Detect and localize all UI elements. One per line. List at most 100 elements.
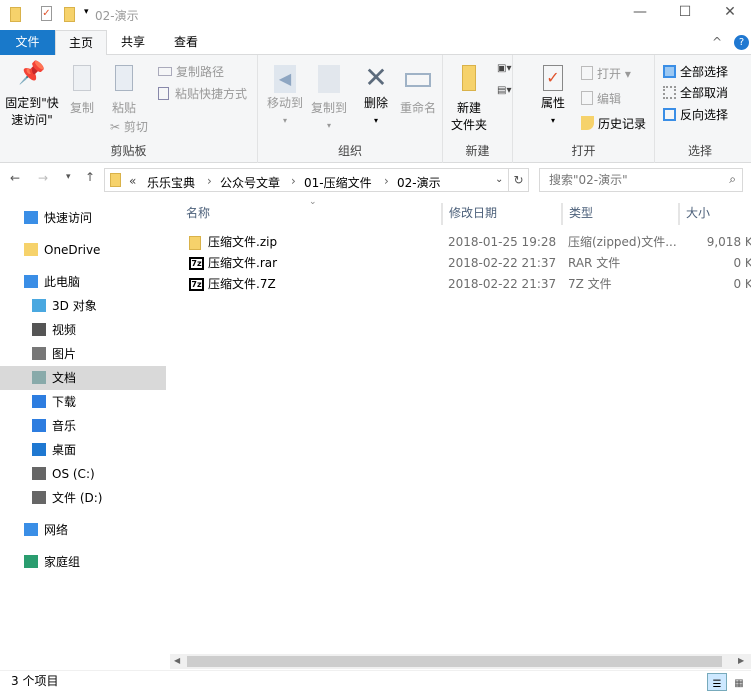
star-icon bbox=[24, 211, 38, 224]
sidebar-item[interactable]: 网络 bbox=[0, 518, 166, 542]
pin-label-2: 速访问" bbox=[11, 113, 53, 127]
sidebar-item[interactable]: 家庭组 bbox=[0, 550, 166, 574]
scroll-right-button[interactable]: ▶ bbox=[738, 656, 744, 665]
zip-folder-icon bbox=[189, 236, 201, 250]
sidebar-item[interactable]: 此电脑 bbox=[0, 270, 166, 294]
tab-view[interactable]: 查看 bbox=[163, 30, 209, 55]
select-none-button[interactable]: 全部取消 bbox=[663, 84, 728, 101]
copy-button[interactable]: 复制 bbox=[64, 65, 100, 117]
address-dropdown-icon[interactable]: ⌄ bbox=[495, 174, 503, 185]
copy-to-button[interactable]: 复制到 ▾ bbox=[306, 65, 352, 134]
copy-path-button[interactable]: 复制路径 bbox=[158, 63, 224, 80]
cut-button[interactable]: ✂ 剪切 bbox=[110, 118, 148, 135]
search-input[interactable] bbox=[540, 169, 710, 191]
tab-share[interactable]: 共享 bbox=[110, 30, 156, 55]
sidebar-item[interactable]: OneDrive bbox=[0, 238, 166, 262]
help-icon[interactable]: ? bbox=[734, 35, 749, 50]
ribbon-tabs: 文件 主页 共享 查看 ^ ? bbox=[0, 30, 751, 56]
recent-locations-button[interactable]: ▾ bbox=[66, 172, 71, 182]
title-bar: ✓ ▾ 02-演示 — ☐ ✕ bbox=[0, 0, 751, 30]
file-modified: 2018-02-22 21:37 bbox=[448, 256, 557, 270]
file-row[interactable]: 7z 压缩文件.rar 2018-02-22 21:37 RAR 文件 0 KB bbox=[180, 253, 751, 274]
history-label: 历史记录 bbox=[598, 117, 647, 131]
scissors-icon: ✂ bbox=[110, 120, 124, 134]
sidebar-item[interactable]: 图片 bbox=[0, 342, 166, 366]
delete-button[interactable]: ✕ 删除 ▾ bbox=[358, 63, 394, 129]
copy-to-label: 复制到 bbox=[310, 101, 347, 115]
details-view-button[interactable]: ☰ bbox=[707, 673, 727, 691]
back-button[interactable]: ← bbox=[10, 171, 20, 185]
breadcrumb-item[interactable]: 01-压缩文件 bbox=[304, 174, 372, 191]
window-title: 02-演示 bbox=[95, 9, 139, 23]
scroll-left-button[interactable]: ◀ bbox=[174, 656, 180, 665]
navigation-pane: 快速访问 OneDrive 此电脑 3D 对象视频 图片文档下载 音乐桌面 OS (C:) 文… bbox=[0, 200, 167, 650]
close-button[interactable]: ✕ bbox=[715, 4, 745, 24]
navigation-bar: ← → ▾ ↑ « 乐乐宝典 › 公众号文章 › 01-压缩文件 › 02-演示… bbox=[0, 163, 751, 197]
large-icons-view-button[interactable]: ▦ bbox=[730, 673, 748, 691]
maximize-button[interactable]: ☐ bbox=[670, 4, 700, 24]
sidebar-item[interactable]: 快速访问 bbox=[0, 206, 166, 230]
easy-access-icon[interactable]: ▤▾ bbox=[497, 85, 511, 96]
forward-button[interactable]: → bbox=[38, 171, 48, 185]
refresh-button[interactable]: ↻ bbox=[508, 168, 529, 192]
sidebar-item[interactable]: 下载 bbox=[0, 390, 166, 414]
open-button[interactable]: 打开 ▾ bbox=[581, 65, 631, 82]
sidebar-item[interactable]: 视频 bbox=[0, 318, 166, 342]
new-folder-button[interactable]: 新建 文件夹 bbox=[449, 65, 489, 134]
organize-group: ◀ 移动到 ▾ 复制到 ▾ ✕ 删除 ▾ 重命名 组织 bbox=[258, 55, 443, 163]
minimize-button[interactable]: — bbox=[625, 4, 655, 24]
desktop-icon bbox=[32, 443, 46, 456]
breadcrumb-item[interactable]: 公众号文章 bbox=[220, 174, 280, 191]
invert-selection-button[interactable]: 反向选择 bbox=[663, 106, 728, 123]
sidebar-item[interactable]: 文档 bbox=[0, 366, 166, 390]
properties-button[interactable]: ✓ 属性 ▾ bbox=[535, 65, 571, 129]
column-header-modified[interactable]: 修改日期 bbox=[442, 203, 562, 225]
tab-home[interactable]: 主页 bbox=[55, 30, 107, 56]
customize-toolbar-icon[interactable]: ▾ bbox=[84, 7, 89, 17]
collapse-ribbon-icon[interactable]: ^ bbox=[712, 35, 722, 49]
column-header-size[interactable]: 大小 bbox=[679, 203, 751, 225]
paste-shortcut-button[interactable]: 粘贴快捷方式 bbox=[158, 85, 247, 102]
paste-button[interactable]: 粘贴 bbox=[106, 65, 142, 117]
copy-path-icon bbox=[158, 67, 172, 76]
file-row[interactable]: 压缩文件.zip 2018-01-25 19:28 压缩(zipped)文件... 9… bbox=[180, 232, 751, 253]
breadcrumb-overflow[interactable]: « bbox=[129, 174, 136, 188]
sidebar-item-label: 桌面 bbox=[52, 443, 77, 457]
file-row[interactable]: 7z 压缩文件.7Z 2018-02-22 21:37 7Z 文件 0 KB bbox=[180, 274, 751, 295]
search-box[interactable]: ⌕ bbox=[539, 168, 743, 192]
select-all-button[interactable]: 全部选择 bbox=[663, 63, 728, 80]
file-size: 0 KB bbox=[733, 277, 751, 291]
column-header-type[interactable]: 类型 bbox=[562, 203, 679, 225]
column-header-name[interactable]: 名称 bbox=[180, 203, 442, 225]
sidebar-item[interactable]: 音乐 bbox=[0, 414, 166, 438]
horizontal-scrollbar[interactable]: ◀ ▶ bbox=[170, 654, 751, 669]
pin-label: 固定到"快 bbox=[5, 96, 59, 110]
folder-icon bbox=[110, 173, 121, 187]
open-label: 打开 bbox=[597, 67, 622, 81]
copy-label: 复制 bbox=[69, 101, 94, 115]
sidebar-item-label: 文档 bbox=[52, 371, 77, 385]
new-folder-quick-icon[interactable] bbox=[64, 7, 75, 22]
breadcrumb-item[interactable]: 02-演示 bbox=[397, 174, 441, 191]
computer-icon bbox=[24, 275, 38, 288]
move-to-button[interactable]: ◀ 移动到 ▾ bbox=[262, 65, 308, 129]
edit-button[interactable]: 编辑 bbox=[581, 90, 621, 107]
sidebar-item[interactable]: 文件 (D:) bbox=[0, 486, 166, 510]
tab-file[interactable]: 文件 bbox=[0, 30, 55, 55]
sidebar-item[interactable]: 3D 对象 bbox=[0, 294, 166, 318]
new-group-label: 新建 bbox=[465, 144, 490, 158]
sidebar-item[interactable]: OS (C:) bbox=[0, 462, 166, 486]
history-button[interactable]: 历史记录 bbox=[581, 115, 646, 132]
pin-quick-access-button[interactable]: 📌 固定到"快 速访问" bbox=[4, 63, 60, 129]
rename-button[interactable]: 重命名 bbox=[396, 65, 440, 117]
sidebar-item[interactable]: 桌面 bbox=[0, 438, 166, 462]
new-item-icon[interactable]: ▣▾ bbox=[497, 63, 511, 74]
clipboard-group: 📌 固定到"快 速访问" 复制 粘贴 ✂ 剪切 复制路径 粘贴快捷方式 剪贴板 bbox=[0, 55, 258, 163]
properties-quick-icon[interactable]: ✓ bbox=[41, 6, 52, 21]
breadcrumb-item[interactable]: 乐乐宝典 bbox=[147, 174, 195, 191]
scrollbar-thumb[interactable] bbox=[187, 656, 722, 667]
invert-selection-icon bbox=[663, 108, 676, 121]
address-bar[interactable]: « 乐乐宝典 › 公众号文章 › 01-压缩文件 › 02-演示 ⌄ bbox=[104, 168, 509, 192]
up-button[interactable]: ↑ bbox=[85, 170, 95, 184]
sidebar-item-label: 3D 对象 bbox=[52, 299, 97, 313]
